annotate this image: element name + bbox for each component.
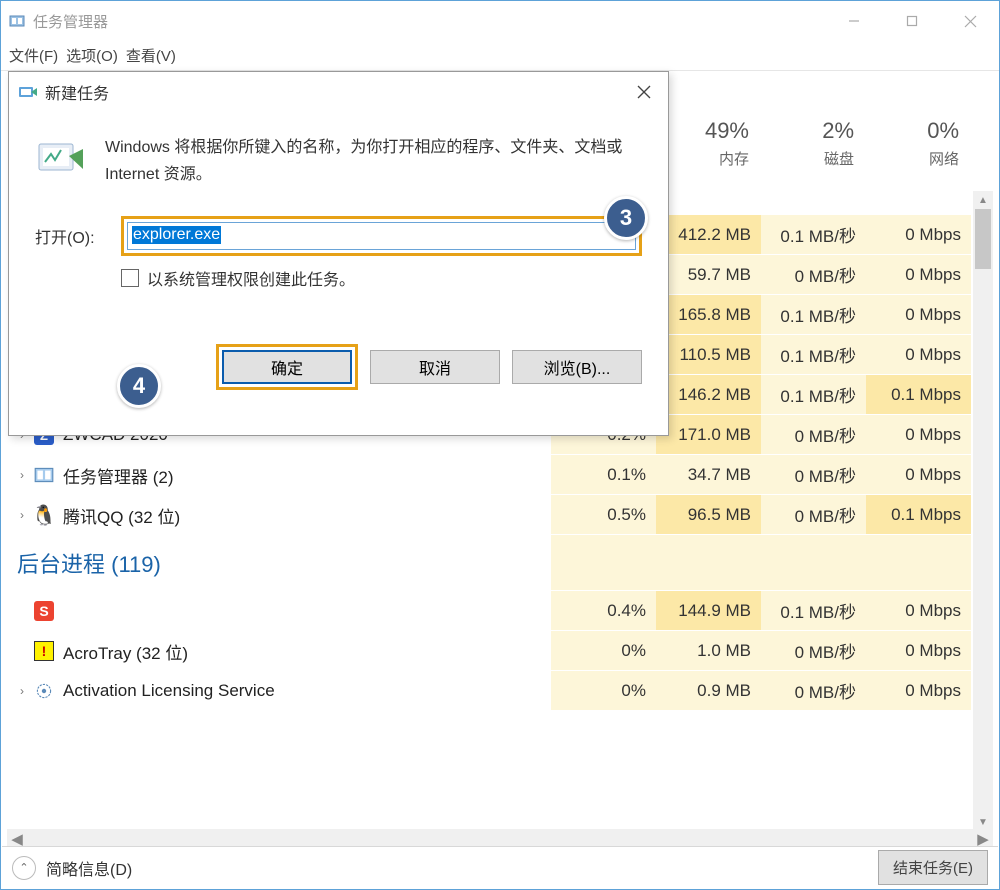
chevron-right-icon[interactable]: ›: [11, 684, 33, 698]
process-name: AcroTray (32 位): [61, 639, 551, 664]
close-button[interactable]: [941, 1, 999, 41]
minimize-button[interactable]: [825, 1, 883, 41]
disk-label: 磁盘: [759, 148, 854, 169]
end-task-button[interactable]: 结束任务(E): [878, 850, 988, 885]
section-background: 后台进程 (119): [11, 535, 971, 591]
run-dialog-icon: [19, 85, 37, 99]
open-combobox[interactable]: explorer.exe ▾: [121, 216, 642, 256]
acrotray-icon: !: [33, 640, 55, 662]
annotation-badge-3: 3: [604, 196, 648, 240]
titlebar: 任务管理器: [1, 1, 999, 41]
vertical-scrollbar[interactable]: ▲ ▼: [973, 191, 993, 831]
maximize-button[interactable]: [883, 1, 941, 41]
section-label: 后台进程 (119): [17, 547, 161, 579]
dialog-description: Windows 将根据你所键入的名称，为你打开相应的程序、文件夹、文档或 Int…: [105, 134, 642, 188]
ok-button[interactable]: 确定: [222, 350, 352, 384]
cancel-button[interactable]: 取消: [370, 350, 500, 384]
col-head-network[interactable]: 0% 网络: [864, 116, 969, 176]
app-icon: [9, 13, 25, 29]
table-row-taskmgr[interactable]: › 任务管理器 (2) 0.1% 34.7 MB 0 MB/秒 0 Mbps: [11, 455, 971, 495]
menu-view[interactable]: 查看(V): [126, 45, 176, 66]
menu-file[interactable]: 文件(F): [9, 45, 58, 66]
statusbar: ⌃ 简略信息(D) 结束任务(E): [2, 846, 998, 888]
open-input[interactable]: [127, 222, 636, 250]
browse-button[interactable]: 浏览(B)...: [512, 350, 642, 384]
collapse-icon[interactable]: ⌃: [12, 856, 36, 880]
network-pct: 0%: [864, 118, 959, 144]
window-title: 任务管理器: [33, 11, 825, 32]
annotation-badge-4: 4: [117, 364, 161, 408]
menubar: 文件(F) 选项(O) 查看(V): [1, 41, 999, 71]
scroll-up-icon[interactable]: ▲: [973, 191, 993, 209]
col-head-memory[interactable]: 49% 内存: [654, 116, 759, 176]
open-label: 打开(O):: [35, 224, 121, 248]
service-icon: [33, 680, 55, 702]
dialog-close-button[interactable]: [626, 77, 662, 107]
table-row-acrotray[interactable]: ! AcroTray (32 位) 0% 1.0 MB 0 MB/秒 0 Mbp…: [11, 631, 971, 671]
qq-icon: 🐧: [33, 504, 55, 526]
disk-pct: 2%: [759, 118, 854, 144]
column-headers: 49% 内存 2% 磁盘 0% 网络: [654, 116, 969, 176]
fewer-details-button[interactable]: 简略信息(D): [46, 856, 878, 880]
admin-checkbox-label: 以系统管理权限创建此任务。: [147, 266, 355, 290]
dialog-titlebar[interactable]: 新建任务: [9, 72, 668, 112]
process-name: 任务管理器 (2): [61, 463, 551, 488]
table-row-sogou[interactable]: S 0.4% 144.9 MB 0.1 MB/秒 0 Mbps: [11, 591, 971, 631]
admin-checkbox[interactable]: [121, 269, 139, 287]
run-icon: [35, 134, 85, 184]
chevron-right-icon[interactable]: ›: [11, 508, 33, 522]
new-task-dialog: 新建任务 Windows 将根据你所键入的名称，为你打开相应的程序、文件夹、文档…: [8, 71, 669, 436]
task-manager-window: 任务管理器 文件(F) 选项(O) 查看(V) 49% 内存 2% 磁盘 0% …: [0, 0, 1000, 890]
scroll-thumb[interactable]: [975, 209, 991, 269]
network-label: 网络: [864, 148, 959, 169]
chevron-right-icon[interactable]: ›: [11, 468, 33, 482]
table-row-activation[interactable]: › Activation Licensing Service 0% 0.9 MB…: [11, 671, 971, 711]
menu-options[interactable]: 选项(O): [66, 45, 118, 66]
dialog-title: 新建任务: [45, 80, 626, 104]
col-head-disk[interactable]: 2% 磁盘: [759, 116, 864, 176]
taskmgr-icon: [33, 464, 55, 486]
process-name: 腾讯QQ (32 位): [61, 503, 551, 528]
table-row-qq[interactable]: › 🐧 腾讯QQ (32 位) 0.5% 96.5 MB 0 MB/秒 0.1 …: [11, 495, 971, 535]
sogou-icon: S: [33, 600, 55, 622]
process-name: Activation Licensing Service: [61, 681, 551, 701]
